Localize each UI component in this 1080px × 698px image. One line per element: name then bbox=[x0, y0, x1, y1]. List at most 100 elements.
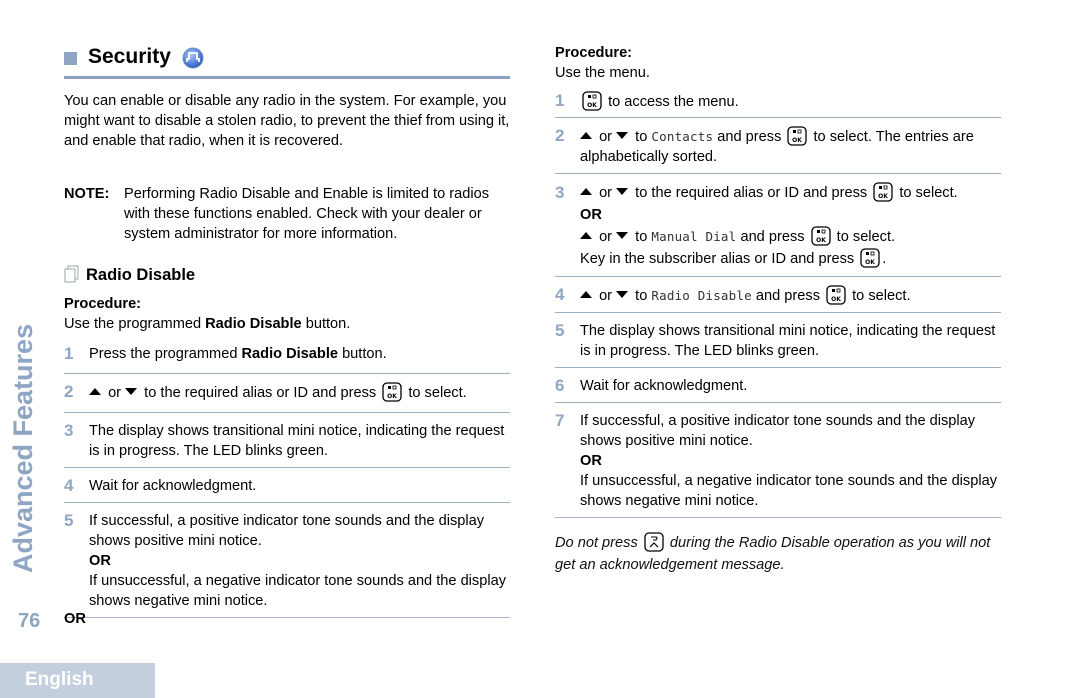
step-text: to select. bbox=[852, 288, 911, 304]
svg-text:OK: OK bbox=[587, 102, 597, 109]
language-label: English bbox=[25, 669, 94, 690]
step-text: The display shows transitional mini noti… bbox=[580, 323, 996, 359]
note-text: Performing Radio Disable and Enable is l… bbox=[124, 186, 490, 242]
step-number: 4 bbox=[555, 285, 565, 304]
step-number: 5 bbox=[64, 511, 74, 530]
step-list: 1 OK to access the menu. 2 or to Contact… bbox=[555, 91, 1001, 518]
intro-paragraph: You can enable or disable any radio in t… bbox=[64, 93, 510, 149]
section-heading: Security bbox=[64, 44, 510, 79]
menu-ok-button-icon: OK bbox=[860, 248, 880, 268]
step-item: 2 or to Contacts and press OK to select.… bbox=[555, 126, 1001, 174]
menu-ok-button-icon: OK bbox=[787, 126, 808, 146]
procedure-label: Procedure: bbox=[64, 296, 142, 312]
warning-text: Do not press bbox=[555, 535, 638, 551]
menu-ok-button-icon: OK bbox=[873, 182, 893, 202]
menu-ok-button-icon: OK bbox=[382, 382, 402, 402]
step-text: and press bbox=[740, 229, 805, 245]
step-text: If successful, a positive indicator tone… bbox=[580, 413, 976, 449]
or-label: OR bbox=[580, 207, 602, 223]
menu-item-name: Contacts bbox=[651, 129, 714, 144]
step-text: or bbox=[108, 385, 122, 401]
menu-ok-button-icon: OK bbox=[810, 226, 831, 246]
step-number: 1 bbox=[64, 344, 74, 363]
step-text: to bbox=[635, 229, 648, 245]
step-item: 5 If successful, a positive indicator to… bbox=[64, 511, 510, 618]
step-item: 1 Press the programmed Radio Disable but… bbox=[64, 344, 510, 374]
svg-text:OK: OK bbox=[831, 296, 841, 303]
intro-text: button. bbox=[301, 316, 351, 332]
arrow-down-icon bbox=[616, 291, 629, 298]
or-label: OR bbox=[64, 611, 86, 627]
arrow-up-icon bbox=[580, 291, 592, 298]
arrow-down-icon bbox=[616, 188, 629, 195]
menu-ok-button-icon: OK bbox=[582, 91, 602, 111]
step-item: 3 The display shows transitional mini no… bbox=[64, 421, 510, 468]
step-text: Press the programmed bbox=[89, 346, 242, 362]
step-number: 4 bbox=[64, 476, 74, 495]
step-text: to bbox=[635, 288, 648, 304]
or-label: OR bbox=[580, 453, 602, 469]
step-text: Key in the subscriber alias or ID and pr… bbox=[580, 251, 855, 267]
arrow-down-icon bbox=[616, 232, 629, 239]
svg-text:OK: OK bbox=[865, 259, 875, 266]
step-text: to select. bbox=[899, 185, 958, 201]
step-text: and press bbox=[717, 129, 782, 145]
step-number: 2 bbox=[555, 126, 565, 145]
step-text: to the required alias or ID and press bbox=[635, 185, 868, 201]
step-item: 2 or to the required alias or ID and pre… bbox=[64, 382, 510, 413]
svg-text:OK: OK bbox=[387, 393, 397, 400]
step-text: Wait for acknowledgment. bbox=[580, 378, 748, 394]
arrow-up-icon bbox=[580, 188, 592, 195]
step-text: to select. bbox=[408, 385, 467, 401]
step-text: The display shows transitional mini noti… bbox=[89, 423, 505, 459]
step-text: button. bbox=[338, 346, 387, 362]
right-procedure: Procedure: Use the menu. 1 OK to access … bbox=[555, 43, 1001, 576]
step-text: and press bbox=[755, 288, 820, 304]
step-text: If unsuccessful, a negative indicator to… bbox=[89, 573, 506, 609]
step-item: 4 or to Radio Disable and press OK to se… bbox=[555, 285, 1001, 313]
step-number: 1 bbox=[555, 91, 565, 110]
step-item: 1 OK to access the menu. bbox=[555, 91, 1001, 118]
step-text: . bbox=[882, 251, 887, 267]
section-title: Security bbox=[88, 45, 171, 68]
step-text: to select. bbox=[836, 229, 896, 245]
step-text: If successful, a positive indicator tone… bbox=[89, 513, 485, 549]
step-text: or bbox=[599, 288, 613, 304]
arrow-down-icon bbox=[125, 388, 138, 395]
svg-text:OK: OK bbox=[878, 193, 888, 200]
step-list: 1 Press the programmed Radio Disable but… bbox=[64, 344, 510, 618]
system-feature-icon bbox=[182, 47, 204, 69]
step-text: Wait for acknowledgment. bbox=[89, 478, 257, 494]
arrow-down-icon bbox=[616, 132, 629, 139]
step-item: 6 Wait for acknowledgment. bbox=[555, 376, 1001, 403]
menu-ok-button-icon: OK bbox=[826, 285, 846, 305]
step-item: 5 The display shows transitional mini no… bbox=[555, 321, 1001, 368]
step-text: or bbox=[599, 229, 613, 245]
language-tab: English bbox=[0, 663, 155, 698]
step-text: to bbox=[635, 129, 648, 145]
svg-text:OK: OK bbox=[816, 237, 826, 244]
note-block: NOTE: Performing Radio Disable and Enabl… bbox=[64, 184, 510, 244]
intro-text: Use the programmed bbox=[64, 316, 206, 332]
step-item: 7 If successful, a positive indicator to… bbox=[555, 411, 1001, 518]
step-text: to access the menu. bbox=[608, 94, 739, 110]
step-text: or bbox=[599, 129, 613, 145]
step-number: 3 bbox=[64, 421, 74, 440]
page-number: 76 bbox=[18, 610, 41, 632]
menu-item-name: Manual Dial bbox=[651, 229, 737, 244]
step-bold: Radio Disable bbox=[241, 346, 339, 362]
step-number: 5 bbox=[555, 321, 565, 340]
step-number: 7 bbox=[555, 411, 565, 430]
arrow-up-icon bbox=[89, 388, 101, 395]
or-label: OR bbox=[89, 553, 111, 569]
warning-note: Do not press during the Radio Disable op… bbox=[555, 532, 1001, 576]
procedure-intro: Use the menu. bbox=[555, 65, 650, 81]
step-text: If unsuccessful, a negative indicator to… bbox=[580, 473, 997, 509]
subsection-heading: Radio Disable bbox=[64, 264, 195, 286]
heading-square-icon bbox=[64, 52, 77, 65]
step-text: or bbox=[599, 185, 613, 201]
step-number: 6 bbox=[555, 376, 565, 395]
menu-item-name: Radio Disable bbox=[651, 288, 752, 303]
step-number: 3 bbox=[555, 183, 565, 202]
arrow-up-icon bbox=[580, 132, 592, 139]
